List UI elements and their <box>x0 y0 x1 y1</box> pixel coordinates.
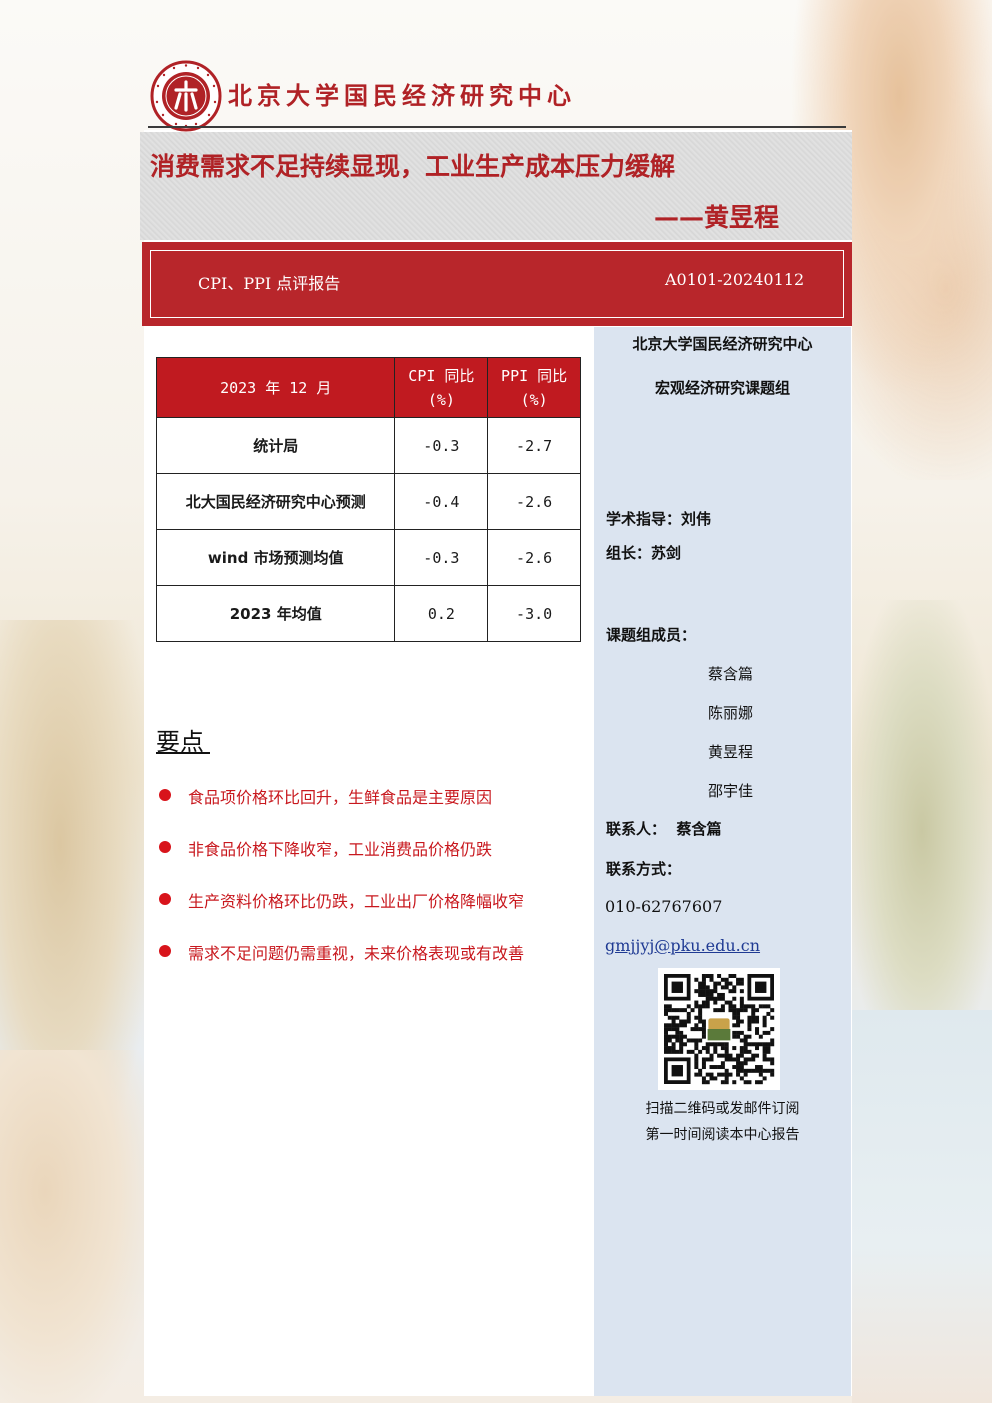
bullet-icon <box>159 789 171 801</box>
table-row: 北大国民经济研究中心预测 -0.4 -2.6 <box>155 473 581 530</box>
table-cell-source: 统计局 <box>155 417 396 474</box>
table-cell-cpi: -0.3 <box>394 417 489 474</box>
qr-caption-line-1: 扫描二维码或发邮件订阅 <box>645 1101 800 1117</box>
list-item: 非食品价格下降收窄，工业消费品价格仍跌 <box>156 836 524 888</box>
table-header-row: 2023 年 12 月 CPI 同比 (%) PPI 同比 (%) <box>155 357 581 418</box>
table-cell-cpi: -0.4 <box>394 473 489 530</box>
sidebar-email-link[interactable]: gmjjyj@pku.edu.cn <box>605 936 760 955</box>
background-trees-left-lower <box>0 1050 150 1403</box>
sidebar-contact-label: 联系方式： <box>606 860 682 878</box>
forecast-table: 2023 年 12 月 CPI 同比 (%) PPI 同比 (%) 统计局 -0… <box>155 357 581 642</box>
key-point-text: 食品项价格环比回升，生鲜食品是主要原因 <box>188 788 493 807</box>
table-cell-ppi: -2.6 <box>487 529 581 586</box>
report-code: A0101-20240112 <box>665 270 805 289</box>
sidebar-phone: 010-62767607 <box>605 897 723 916</box>
header-divider <box>148 126 846 128</box>
list-item: 需求不足问题仍需重视，未来价格表现或有改善 <box>156 940 524 992</box>
bullet-icon <box>159 841 171 853</box>
background-trees-right <box>852 600 992 1020</box>
sidebar-contact-person: 联系人： 蔡含篇 <box>606 820 722 838</box>
table-cell-cpi: 0.2 <box>394 585 489 642</box>
sidebar-group: 宏观经济研究课题组 <box>654 379 790 397</box>
key-point-text: 需求不足问题仍需重视，未来价格表现或有改善 <box>188 944 525 963</box>
list-item: 食品项价格环比回升，生鲜食品是主要原因 <box>156 784 524 836</box>
bullet-icon <box>159 945 171 957</box>
key-point-text: 生产资料价格环比仍跌，工业出厂价格降幅收窄 <box>188 892 525 911</box>
table-cell-ppi: -3.0 <box>487 585 581 642</box>
background-lake-right <box>852 1010 992 1403</box>
key-point-text: 非食品价格下降收窄，工业消费品价格仍跌 <box>188 840 493 859</box>
table-cell-ppi: -2.7 <box>487 417 581 474</box>
table-header-period: 2023 年 12 月 <box>155 357 396 418</box>
table-cell-source: wind 市场预测均值 <box>155 529 396 586</box>
sidebar-advisor: 学术指导：刘伟 <box>606 510 712 528</box>
qr-code-icon[interactable] <box>658 968 780 1090</box>
table-row: wind 市场预测均值 -0.3 -2.6 <box>155 529 581 586</box>
qr-caption-line-2: 第一时间阅读本中心报告 <box>645 1127 800 1143</box>
table-header-cpi: CPI 同比 (%) <box>394 357 489 418</box>
org-name: 北京大学国民经济研究中心 <box>228 81 576 110</box>
report-author: ——黄昱程 <box>654 203 780 232</box>
table-cell-cpi: -0.3 <box>394 529 489 586</box>
sidebar-member: 邵宇佳 <box>708 782 754 800</box>
table-row: 2023 年均值 0.2 -3.0 <box>155 585 581 642</box>
key-points-underline <box>156 752 210 754</box>
sidebar-leader: 组长：苏剑 <box>606 544 682 562</box>
sidebar-org: 北京大学国民经济研究中心 <box>632 335 813 353</box>
sidebar-member: 黄昱程 <box>708 743 754 761</box>
key-points-list: 食品项价格环比回升，生鲜食品是主要原因 非食品价格下降收窄，工业消费品价格仍跌 … <box>156 784 524 992</box>
list-item: 生产资料价格环比仍跌，工业出厂价格降幅收窄 <box>156 888 524 940</box>
sidebar-member: 蔡含篇 <box>708 665 754 683</box>
table-cell-source: 北大国民经济研究中心预测 <box>155 473 396 530</box>
table-row: 统计局 -0.3 -2.7 <box>155 417 581 474</box>
bullet-icon <box>159 893 171 905</box>
report-title: 消费需求不足持续显现，工业生产成本压力缓解 <box>150 152 676 181</box>
table-cell-source: 2023 年均值 <box>155 585 396 642</box>
report-type: CPI、PPI 点评报告 <box>198 274 341 293</box>
sidebar-members-label: 课题组成员： <box>606 626 697 644</box>
table-cell-ppi: -2.6 <box>487 473 581 530</box>
table-header-ppi: PPI 同比 (%) <box>487 357 581 418</box>
sidebar-member: 陈丽娜 <box>708 704 754 722</box>
peking-university-seal-icon <box>150 60 222 132</box>
